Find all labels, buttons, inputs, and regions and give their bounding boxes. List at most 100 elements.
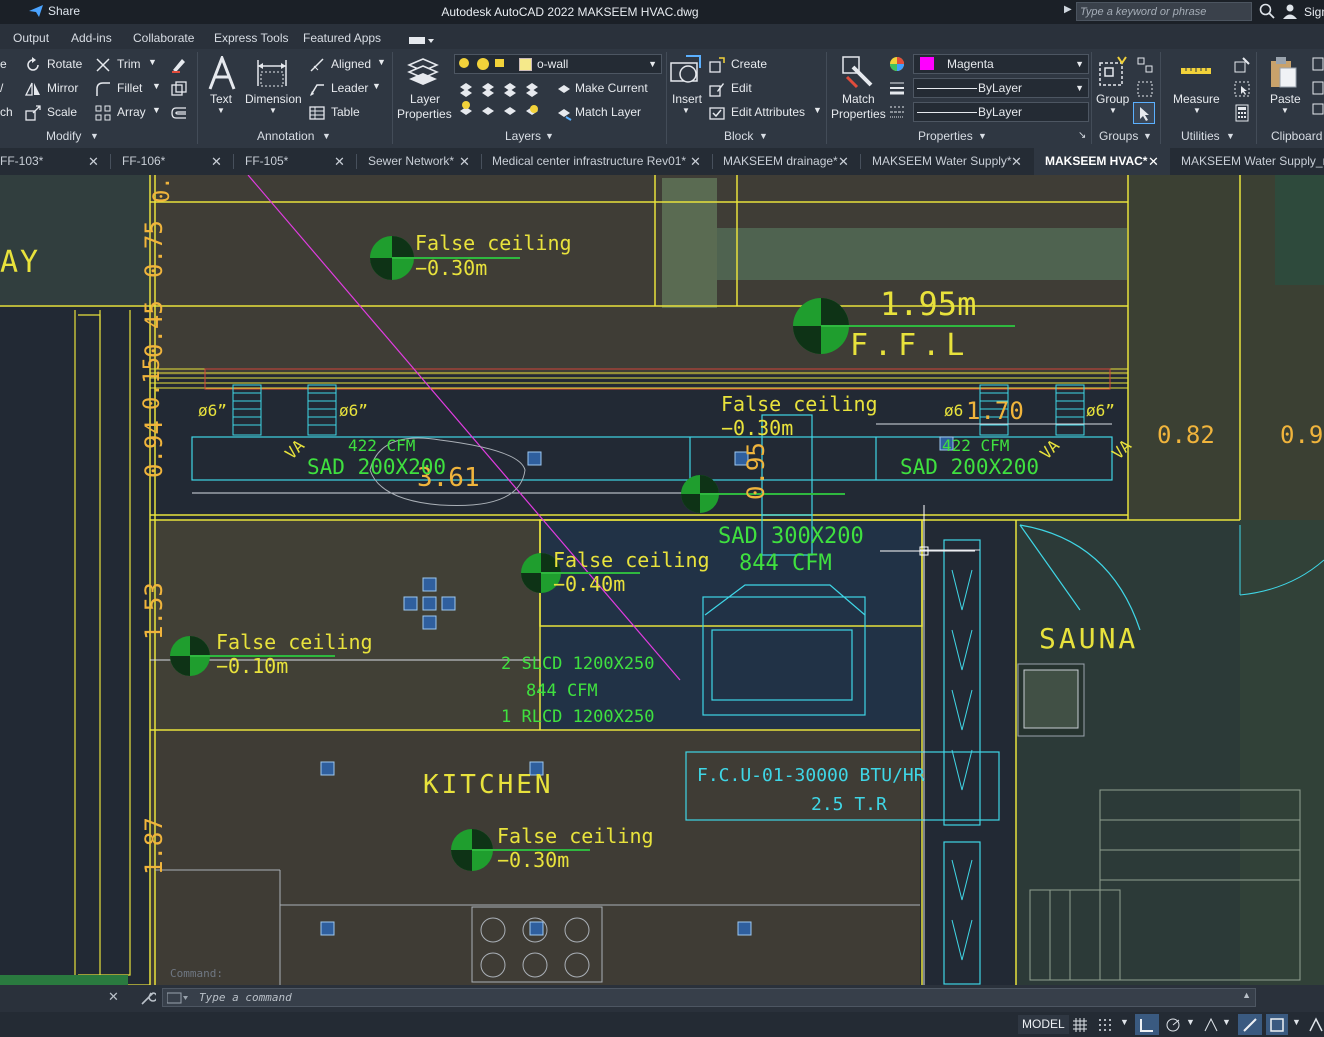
block-panel-expand-icon[interactable]: ▼: [759, 131, 768, 141]
paste-dropdown-icon[interactable]: ▼: [1281, 106, 1289, 115]
paste-button[interactable]: Paste: [1270, 92, 1301, 106]
isodraft-dropdown-icon[interactable]: ▼: [1222, 1017, 1231, 1027]
measure-button[interactable]: Measure: [1173, 92, 1220, 106]
group-edit-icon[interactable]: [1136, 80, 1154, 98]
groups-panel-expand-icon[interactable]: ▼: [1143, 131, 1152, 141]
help-search-input[interactable]: Type a keyword or phrase: [1076, 2, 1252, 21]
array-button[interactable]: Array: [117, 105, 146, 119]
grid-icon[interactable]: [1072, 1017, 1088, 1033]
ribbon-minimize-button[interactable]: [409, 34, 435, 48]
offset-icon[interactable]: [170, 104, 188, 122]
properties-panel-expand-icon[interactable]: ▼: [978, 131, 987, 141]
insert-dropdown-icon[interactable]: ▼: [682, 106, 690, 115]
isodraft-icon[interactable]: [1203, 1017, 1219, 1033]
insert-button[interactable]: Insert: [672, 92, 702, 106]
object-snap-toggle[interactable]: [1266, 1014, 1288, 1035]
trim-dropdown-icon[interactable]: ▼: [148, 57, 157, 67]
leader-button[interactable]: Leader: [331, 81, 368, 95]
command-input[interactable]: Type a command ▲: [162, 988, 1256, 1007]
model-space-button[interactable]: MODEL: [1018, 1015, 1069, 1034]
match-layer-button[interactable]: Match Layer: [575, 105, 641, 119]
file-tab[interactable]: MAKSEEM Water Supply_re: [1181, 148, 1324, 175]
erase-icon[interactable]: [170, 56, 188, 74]
close-icon[interactable]: ✕: [334, 148, 345, 175]
edit-attributes-button[interactable]: Edit Attributes: [731, 105, 805, 119]
tab-add-ins[interactable]: Add-ins: [71, 31, 112, 45]
file-tab[interactable]: MAKSEEM drainage*: [723, 148, 838, 175]
chevron-up-icon[interactable]: ▲: [1242, 990, 1251, 1000]
ungroup-icon[interactable]: [1136, 56, 1154, 74]
utilities-panel-expand-icon[interactable]: ▼: [1226, 131, 1235, 141]
leader-dropdown-icon[interactable]: ▼: [372, 81, 381, 91]
user-icon[interactable]: [1282, 3, 1298, 19]
quick-select-icon[interactable]: [1233, 56, 1251, 74]
close-command-icon[interactable]: ✕: [108, 989, 119, 1005]
sign-in-button[interactable]: Sign: [1304, 5, 1324, 19]
edit-attributes-dropdown-icon[interactable]: ▼: [813, 105, 822, 115]
annotation-scale-icon[interactable]: [1308, 1017, 1324, 1033]
rotate-button[interactable]: Rotate: [47, 57, 82, 71]
text-dropdown-icon[interactable]: ▼: [217, 106, 225, 115]
properties-dialog-launcher-icon[interactable]: ↘: [1078, 130, 1086, 141]
layer-properties-button[interactable]: Layer: [410, 92, 440, 106]
modify-panel-title[interactable]: Modify: [46, 129, 81, 143]
osnap-dropdown-icon[interactable]: ▼: [1292, 1017, 1301, 1027]
file-tab[interactable]: Medical center infrastructure Rev01*: [492, 148, 686, 175]
groups-panel-title[interactable]: Groups: [1099, 129, 1138, 143]
utilities-panel-title[interactable]: Utilities: [1181, 129, 1220, 143]
dimension-button[interactable]: Dimension: [245, 92, 302, 106]
group-button[interactable]: Group: [1096, 92, 1129, 106]
copy-icon[interactable]: [170, 80, 188, 98]
layers-panel-title[interactable]: Layers: [505, 129, 541, 143]
measure-dropdown-icon[interactable]: ▼: [1193, 106, 1201, 115]
match-properties-button[interactable]: Match: [842, 92, 875, 106]
polar-icon[interactable]: [1165, 1017, 1181, 1033]
annotation-panel-expand-icon[interactable]: ▼: [322, 131, 331, 141]
text-button[interactable]: Text: [210, 92, 232, 106]
match-properties-button-line2[interactable]: Properties: [831, 107, 886, 121]
make-current-button[interactable]: Make Current: [575, 81, 648, 95]
layer-properties-button-line2[interactable]: Properties: [397, 107, 452, 121]
aligned-button[interactable]: Aligned: [331, 57, 371, 71]
wrench-icon[interactable]: [140, 990, 156, 1006]
mirror-button[interactable]: Mirror: [47, 81, 78, 95]
color-dropdown[interactable]: Magenta ▼: [913, 54, 1089, 74]
tab-collaborate[interactable]: Collaborate: [133, 31, 194, 45]
block-panel-title[interactable]: Block: [724, 129, 753, 143]
modify-cut-label-2[interactable]: /: [0, 81, 3, 95]
polar-dropdown-icon[interactable]: ▼: [1186, 1017, 1195, 1027]
close-icon[interactable]: ✕: [838, 148, 849, 175]
fillet-button[interactable]: Fillet: [117, 81, 142, 95]
file-tab[interactable]: FF-105*: [245, 148, 288, 175]
close-icon[interactable]: ✕: [690, 148, 701, 175]
file-tab[interactable]: MAKSEEM Water Supply*: [872, 148, 1012, 175]
group-dropdown-icon[interactable]: ▼: [1109, 106, 1117, 115]
drawing-canvas[interactable]: AY False ceiling −0.30m 1.95m F.F.L Fals…: [0, 175, 1324, 985]
cad-drawing[interactable]: [0, 175, 1324, 985]
create-block-button[interactable]: Create: [731, 57, 767, 71]
annotation-panel-title[interactable]: Annotation: [257, 129, 314, 143]
tab-featured-apps[interactable]: Featured Apps: [303, 31, 381, 45]
linetype-dropdown[interactable]: ByLayer ▼: [913, 78, 1089, 98]
file-tab[interactable]: FF-106*: [122, 148, 165, 175]
array-dropdown-icon[interactable]: ▼: [152, 105, 161, 115]
calculator-icon[interactable]: [1233, 104, 1251, 122]
clipboard-panel-title[interactable]: Clipboard: [1271, 129, 1322, 143]
tab-output[interactable]: Output: [13, 31, 49, 45]
dimension-dropdown-icon[interactable]: ▼: [269, 106, 277, 115]
edit-block-button[interactable]: Edit: [731, 81, 752, 95]
aligned-dropdown-icon[interactable]: ▼: [377, 57, 386, 67]
file-tab[interactable]: Sewer Network*: [368, 148, 454, 175]
scale-button[interactable]: Scale: [47, 105, 77, 119]
properties-panel-title[interactable]: Properties: [918, 129, 973, 143]
modify-panel-expand-icon[interactable]: ▼: [90, 131, 99, 141]
ortho-toggle[interactable]: [1135, 1014, 1159, 1035]
select-all-icon[interactable]: [1233, 80, 1251, 98]
modify-cut-label-3[interactable]: ch: [0, 105, 13, 119]
fillet-dropdown-icon[interactable]: ▼: [152, 81, 161, 91]
lineweight-dropdown[interactable]: ByLayer: [913, 102, 1089, 122]
search-icon[interactable]: [1259, 3, 1275, 19]
object-snap-tracking-toggle[interactable]: [1238, 1014, 1262, 1035]
layer-dropdown[interactable]: o-wall ▼: [454, 54, 662, 74]
close-icon[interactable]: ✕: [88, 148, 99, 175]
